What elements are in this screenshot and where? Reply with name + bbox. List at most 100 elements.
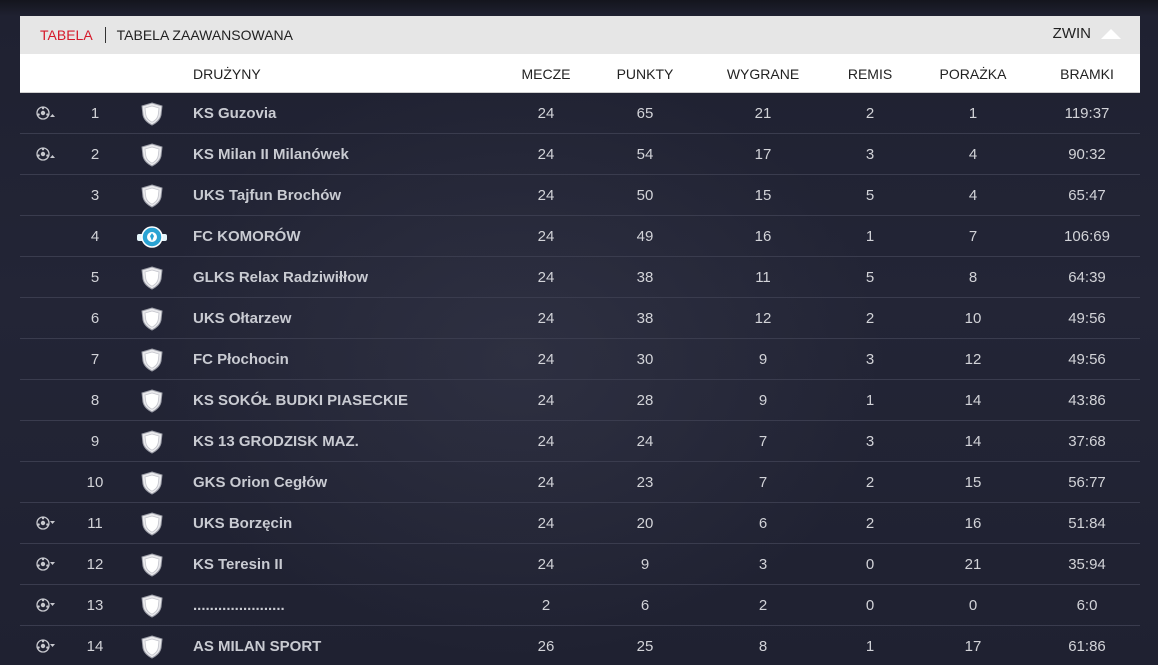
cell-position: 10 (86, 474, 104, 491)
table-body: 1 KS Guzovia 24 65 21 2 1 119:37 2 KS Milan II Mi… (20, 93, 1140, 665)
cell-wins: 7 (758, 474, 768, 491)
cell-team-name[interactable]: KS Milan II Milanówek (193, 134, 493, 175)
cell-team-name[interactable]: UKS Ołtarzew (193, 298, 493, 339)
cell-matches: 24 (537, 228, 555, 245)
cell-wins: 11 (755, 269, 771, 286)
club-crest-icon (137, 225, 167, 249)
table-row[interactable]: 3 UKS Tajfun Brochów 24 50 15 5 4 65:47 (20, 175, 1140, 216)
cell-wins: 9 (758, 351, 768, 368)
cell-goals: 61:86 (1068, 638, 1106, 655)
cell-points: 65 (636, 105, 654, 122)
cell-points: 23 (636, 474, 654, 491)
cell-wins: 12 (754, 310, 772, 327)
table-row[interactable]: 9 KS 13 GRODZISK MAZ. 24 24 7 3 14 37:68 (20, 421, 1140, 462)
cell-team-name[interactable]: KS Teresin II (193, 544, 493, 585)
cell-matches: 24 (537, 310, 555, 327)
cell-position: 9 (90, 433, 100, 450)
table-row[interactable]: 13...................... 2 6 2 0 0 6:0 (20, 585, 1140, 626)
table-row[interactable]: 11 UKS Borzęcin 24 20 6 2 16 51:84 (20, 503, 1140, 544)
cell-losses: 1 (968, 105, 978, 122)
club-shield-icon (141, 102, 163, 126)
cell-matches: 24 (537, 556, 555, 573)
table-row[interactable]: 6 UKS Ołtarzew 24 38 12 2 10 49:56 (20, 298, 1140, 339)
cell-losses: 10 (964, 310, 982, 327)
column-header-draws[interactable]: REMIS (830, 66, 910, 82)
cell-team-name[interactable]: UKS Borzęcin (193, 503, 493, 544)
cell-position: 7 (90, 351, 100, 368)
cell-draws: 2 (865, 105, 875, 122)
cell-wins: 16 (754, 228, 772, 245)
cell-team-name[interactable]: FC Płochocin (193, 339, 493, 380)
cell-position: 6 (90, 310, 100, 327)
cell-team-name[interactable]: UKS Tajfun Brochów (193, 175, 493, 216)
cell-points: 25 (636, 638, 654, 655)
cell-losses: 14 (964, 433, 982, 450)
cell-team-name[interactable]: KS 13 GRODZISK MAZ. (193, 421, 493, 462)
table-row[interactable]: 1 KS Guzovia 24 65 21 2 1 119:37 (20, 93, 1140, 134)
cell-goals: 43:86 (1068, 392, 1106, 409)
cell-team-name[interactable]: KS SOKÓŁ BUDKI PIASECKIE (193, 380, 493, 421)
cell-matches: 24 (537, 433, 555, 450)
league-table-panel: TABELA TABELA ZAAWANSOWANA ZWIN DRUŻYNY … (20, 16, 1140, 665)
relegation-ball-icon (35, 597, 55, 613)
table-row[interactable]: 12 KS Teresin II 24 9 3 0 21 35:94 (20, 544, 1140, 585)
cell-points: 20 (636, 515, 654, 532)
cell-wins: 15 (754, 187, 772, 204)
table-row[interactable]: 10 GKS Orion Cegłów 24 23 7 2 15 56:77 (20, 462, 1140, 503)
cell-losses: 16 (964, 515, 982, 532)
cell-losses: 0 (968, 597, 978, 614)
table-row[interactable]: 5 GLKS Relax Radziwiłłow 24 38 11 5 8 64:39 (20, 257, 1140, 298)
cell-matches: 24 (537, 392, 555, 409)
cell-team-name[interactable]: AS MILAN SPORT (193, 626, 493, 665)
cell-points: 54 (636, 146, 654, 163)
table-row[interactable]: 8 KS SOKÓŁ BUDKI PIASECKIE 24 28 9 1 14 43:86 (20, 380, 1140, 421)
cell-wins: 17 (754, 146, 772, 163)
tab-tabela[interactable]: TABELA (20, 27, 106, 43)
cell-points: 49 (636, 228, 654, 245)
cell-matches: 24 (537, 351, 555, 368)
cell-losses: 15 (964, 474, 982, 491)
cell-goals: 65:47 (1068, 187, 1106, 204)
column-header-losses[interactable]: PORAŻKA (923, 66, 1023, 82)
cell-matches: 24 (537, 515, 555, 532)
column-header-goals[interactable]: BRAMKI (1042, 66, 1132, 82)
cell-draws: 0 (865, 556, 875, 573)
cell-position: 4 (90, 228, 100, 245)
table-row[interactable]: 2 KS Milan II Milanówek 24 54 17 3 4 90:32 (20, 134, 1140, 175)
club-shield-icon (141, 307, 163, 331)
cell-goals: 90:32 (1068, 146, 1106, 163)
table-row[interactable]: 14 AS MILAN SPORT 26 25 8 1 17 61:86 (20, 626, 1140, 665)
cell-wins: 3 (758, 556, 768, 573)
table-row[interactable]: 4 FC KOMORÓW 24 49 16 1 7 106:69 (20, 216, 1140, 257)
cell-team-name[interactable]: GLKS Relax Radziwiłłow (193, 257, 493, 298)
collapse-label: ZWIN (1052, 25, 1091, 42)
cell-position: 13 (86, 597, 104, 614)
collapse-button[interactable]: ZWIN (1053, 25, 1121, 42)
cell-draws: 1 (865, 228, 875, 245)
cell-position: 5 (90, 269, 100, 286)
table-row[interactable]: 7 FC Płochocin 24 30 9 3 12 49:56 (20, 339, 1140, 380)
cell-goals: 37:68 (1068, 433, 1106, 450)
table-header: DRUŻYNY MECZE PUNKTY WYGRANE REMIS PORAŻ… (20, 54, 1140, 93)
cell-team-name[interactable]: KS Guzovia (193, 93, 493, 134)
column-header-matches[interactable]: MECZE (502, 66, 590, 82)
cell-losses: 7 (968, 228, 978, 245)
cell-matches: 24 (537, 474, 555, 491)
cell-position: 11 (87, 515, 103, 532)
cell-draws: 2 (865, 474, 875, 491)
column-header-points[interactable]: PUNKTY (595, 66, 695, 82)
cell-team-name[interactable]: FC KOMORÓW (193, 216, 493, 257)
cell-wins: 21 (754, 105, 772, 122)
column-header-team[interactable]: DRUŻYNY (193, 66, 261, 82)
cell-team-name[interactable]: GKS Orion Cegłów (193, 462, 493, 503)
cell-team-name[interactable]: ...................... (193, 585, 493, 626)
cell-goals: 49:56 (1068, 351, 1106, 368)
cell-wins: 6 (758, 515, 768, 532)
cell-points: 38 (636, 310, 654, 327)
cell-matches: 24 (537, 146, 555, 163)
column-header-wins[interactable]: WYGRANE (708, 66, 818, 82)
cell-draws: 3 (865, 433, 875, 450)
tab-tabela-zaawansowana[interactable]: TABELA ZAAWANSOWANA (106, 27, 293, 43)
cell-wins: 9 (758, 392, 768, 409)
club-shield-icon (141, 184, 163, 208)
